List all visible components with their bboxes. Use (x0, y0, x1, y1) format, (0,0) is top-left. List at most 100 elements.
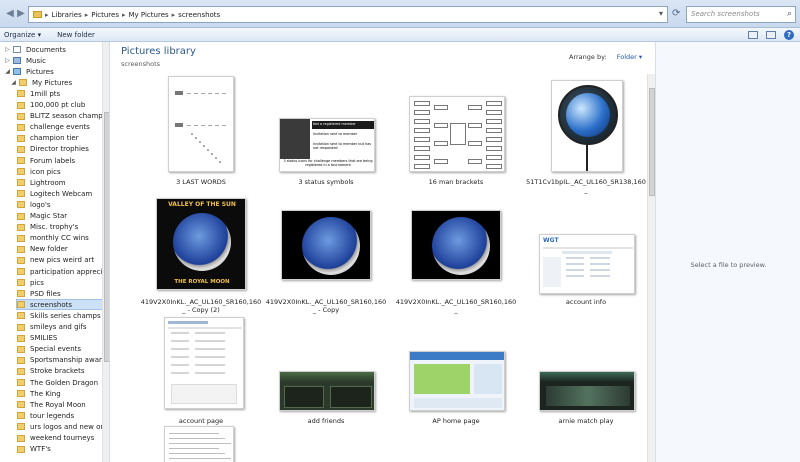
thumbnail-detail (562, 251, 612, 254)
scrollbar-thumb[interactable] (104, 112, 109, 362)
thumbnail-detail (211, 153, 213, 155)
folder-icon (17, 379, 25, 386)
sidebar-item[interactable]: Skills series champs (17, 310, 101, 321)
sidebar-item[interactable]: ◢ My Pictures (10, 77, 100, 88)
library-subtitle: screenshots (121, 60, 161, 68)
folder-icon (17, 290, 25, 298)
sidebar-item[interactable]: Director trophies (17, 144, 100, 155)
expand-icon[interactable]: ▷ (4, 57, 11, 64)
thumbnail-detail (414, 110, 430, 115)
sidebar-item[interactable]: Sportsmanship awards (17, 355, 109, 366)
navigation-pane: ▷ Documents ▷ Music ◢ Pictures ◢ My Pictures 1mi… (0, 42, 110, 462)
search-icon[interactable]: ⌕ (787, 7, 792, 22)
sidebar-item[interactable]: monthly CC wins (17, 233, 100, 244)
sidebar-item[interactable]: The Royal Moon (17, 399, 100, 410)
sidebar-item[interactable]: screenshots (16, 299, 104, 311)
sidebar-item[interactable]: The King (17, 388, 100, 399)
thumbnail-detail (169, 453, 225, 454)
thumbnail-image (539, 371, 635, 411)
sidebar-item[interactable]: ▷ Documents (4, 44, 100, 55)
sidebar-item-label: champion tier (30, 134, 79, 143)
new-folder-button[interactable]: New folder (53, 31, 107, 39)
sidebar-item[interactable]: Logitech Webcam (17, 188, 100, 199)
thumbnail-detail (195, 348, 225, 350)
sidebar-item[interactable]: Magic Star (17, 211, 100, 222)
sidebar-item[interactable]: 1mill pts (17, 88, 100, 99)
search-input[interactable]: Search screenshots ⌕ (686, 6, 796, 23)
thumbnail-detail (546, 386, 630, 406)
folder-icon (17, 256, 25, 264)
sidebar-item[interactable]: tour legends (17, 410, 100, 421)
sidebar-item[interactable]: New folder (17, 244, 100, 255)
help-icon[interactable]: ? (784, 30, 794, 40)
sidebar-item[interactable]: WTF's (17, 444, 100, 455)
sidebar-item[interactable]: pics (17, 277, 100, 288)
breadcrumb-separator: ▸ (45, 10, 49, 19)
folder-icon (17, 223, 25, 231)
thumbnail-detail (414, 364, 470, 394)
address-bar[interactable]: ▸ Libraries ▸ Pictures ▸ My Pictures ▸ s… (28, 6, 668, 23)
folder-icon (17, 123, 25, 131)
sidebar-item[interactable]: The Golden Dragon (17, 377, 100, 388)
chevron-down-icon[interactable]: ▾ (659, 9, 663, 18)
thumbnail-detail (432, 217, 490, 275)
sidebar-item-label: PSD files (30, 289, 61, 298)
sidebar-item-label: My Pictures (32, 78, 73, 87)
breadcrumb-my-pictures[interactable]: My Pictures (129, 11, 169, 19)
sidebar-item[interactable]: icon pics (17, 166, 100, 177)
arrange-dropdown[interactable]: Folder ▾ (617, 53, 642, 61)
refresh-icon[interactable]: ⟳ (672, 8, 680, 19)
sidebar-item[interactable]: ◢ Pictures (4, 66, 100, 77)
sidebar-item-label: monthly CC wins (30, 234, 89, 243)
sidebar-item[interactable]: new pics weird art (17, 255, 100, 266)
thumbnail-detail (302, 217, 360, 275)
sidebar-item[interactable]: ▷ Music (4, 55, 100, 66)
thumbnail-detail (168, 327, 242, 329)
sidebar-item[interactable]: Special events (17, 344, 100, 355)
expand-icon[interactable]: ◢ (10, 79, 17, 86)
sidebar-item[interactable]: PSD files (17, 288, 100, 299)
sidebar-item[interactable]: urs logos and new ones (17, 421, 109, 432)
folder-icon (17, 168, 25, 176)
thumbnail-detail (215, 157, 217, 159)
sidebar-item[interactable]: champion tier (17, 133, 100, 144)
thumbnail-detail (169, 433, 219, 434)
thumbnail-image (409, 351, 505, 411)
breadcrumb-libraries[interactable]: Libraries (52, 11, 82, 19)
sidebar-item[interactable]: participation appreciation (17, 266, 109, 277)
sidebar-item-label: challenge events (30, 123, 90, 132)
breadcrumb-screenshots[interactable]: screenshots (178, 11, 220, 19)
sidebar-item-label: Sportsmanship awards (30, 356, 110, 365)
sidebar-item[interactable]: Forum labels (17, 155, 100, 166)
folder-icon (17, 312, 25, 320)
folder-icon (17, 445, 25, 453)
sidebar-item[interactable]: Stroke brackets (17, 366, 100, 377)
forward-icon[interactable]: ▶ (15, 8, 27, 20)
sidebar-item-label: screenshots (30, 300, 73, 309)
sidebar-item-label: Magic Star (30, 212, 68, 220)
sidebar-item[interactable]: SMILIES (17, 333, 100, 344)
command-bar: Organize ▾ New folder ? (0, 28, 800, 42)
sidebar-item[interactable]: Lightroom (17, 177, 100, 188)
thumbnail-image (279, 371, 375, 411)
sidebar-item[interactable]: 100,000 pt club (17, 100, 100, 111)
sidebar-item[interactable]: smileys and gifs (17, 322, 100, 333)
sidebar-item[interactable]: Misc. trophy's (17, 222, 100, 233)
sidebar-item[interactable]: weekend tourneys (17, 433, 100, 444)
organize-button[interactable]: Organize ▾ (0, 31, 53, 39)
main-scrollbar[interactable] (647, 74, 655, 462)
breadcrumb-pictures[interactable]: Pictures (91, 11, 119, 19)
folder-icon (17, 434, 25, 442)
sidebar-item[interactable]: logo's (17, 199, 100, 210)
expand-icon[interactable]: ▷ (4, 46, 11, 53)
expand-icon[interactable]: ◢ (4, 68, 11, 75)
view-options-icon[interactable] (748, 31, 758, 39)
folder-icon (17, 356, 25, 364)
preview-pane: Select a file to preview. (655, 42, 800, 462)
thumbnail-image (411, 210, 501, 280)
sidebar-scrollbar[interactable] (102, 42, 109, 462)
preview-pane-icon[interactable] (766, 31, 776, 39)
sidebar-item[interactable]: challenge events (17, 122, 100, 133)
sidebar-item[interactable]: BLITZ season champs (17, 111, 106, 122)
thumbnail-detail (590, 263, 610, 265)
